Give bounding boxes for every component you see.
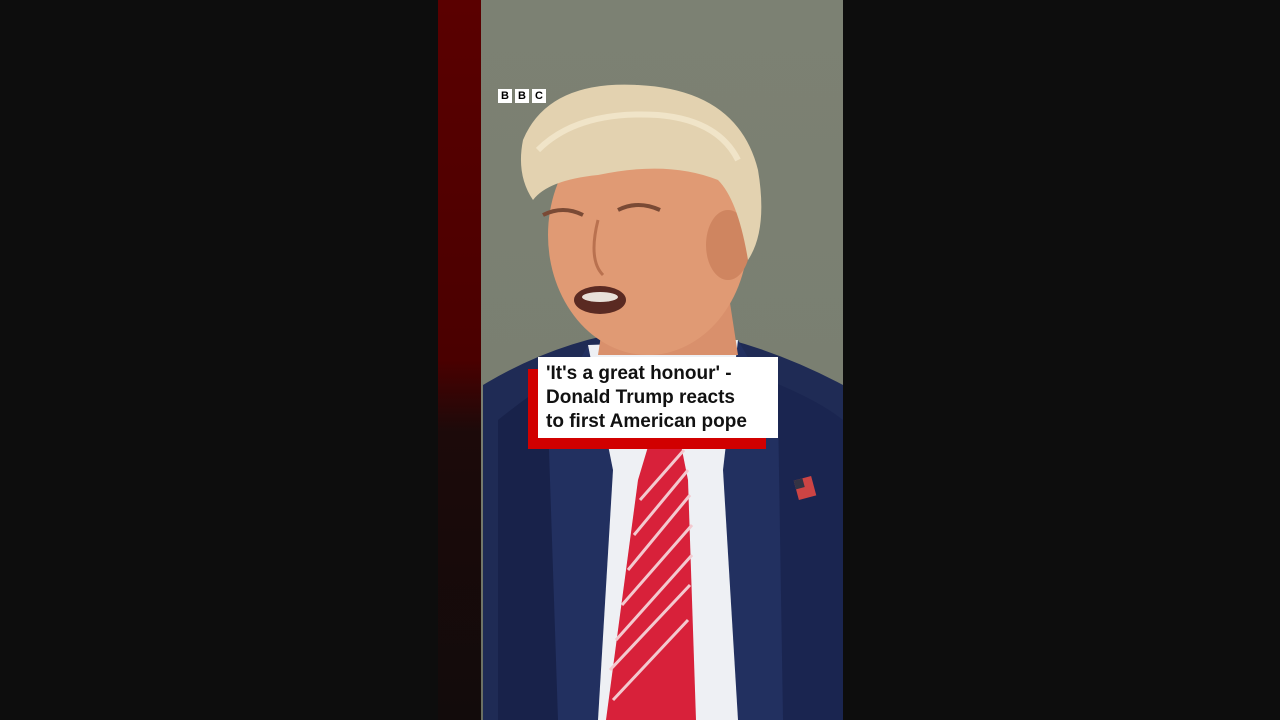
bbc-logo: B B C [498, 89, 546, 103]
bbc-logo-letter: C [532, 89, 546, 103]
letterbox-left [0, 0, 438, 720]
caption-line-3: to first American pope [546, 411, 747, 432]
letterbox-right [843, 0, 1280, 720]
bbc-logo-letter: B [498, 89, 512, 103]
caption-text-box: 'It's a great honour' - Donald Trump rea… [538, 357, 778, 438]
caption-line-1: 'It's a great honour' - [546, 363, 732, 384]
caption-line-2: Donald Trump reacts [546, 387, 735, 408]
video-frame[interactable]: B B C 'It's a great honour' - Donald Tru… [438, 0, 843, 720]
bbc-logo-letter: B [515, 89, 529, 103]
headline-caption: 'It's a great honour' - Donald Trump rea… [528, 357, 778, 449]
